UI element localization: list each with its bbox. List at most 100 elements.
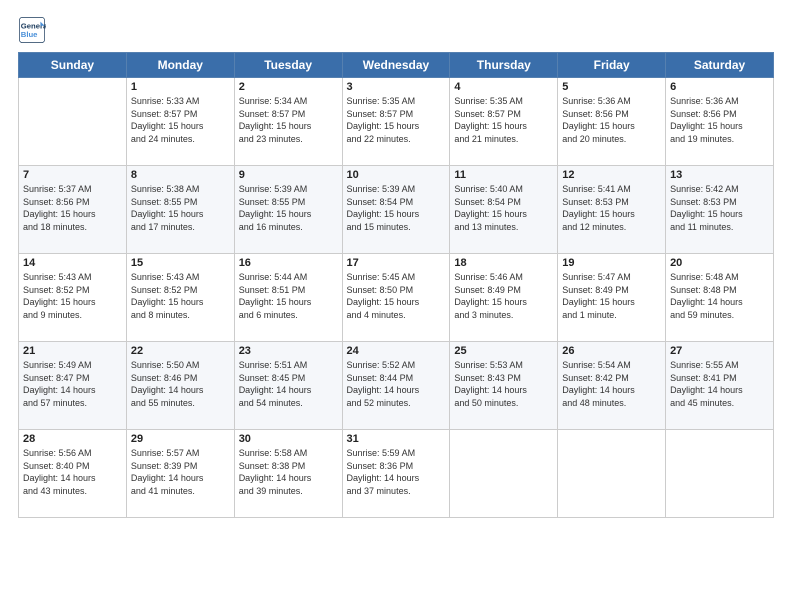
day-number: 21 (23, 345, 122, 357)
day-info: Sunrise: 5:39 AM Sunset: 8:55 PM Dayligh… (239, 183, 338, 233)
day-number: 19 (562, 257, 661, 269)
day-number: 10 (347, 169, 446, 181)
day-info: Sunrise: 5:34 AM Sunset: 8:57 PM Dayligh… (239, 95, 338, 145)
day-info: Sunrise: 5:55 AM Sunset: 8:41 PM Dayligh… (670, 359, 769, 409)
calendar-cell: 26 Sunrise: 5:54 AM Sunset: 8:42 PM Dayli… (558, 342, 666, 430)
day-info: Sunrise: 5:51 AM Sunset: 8:45 PM Dayligh… (239, 359, 338, 409)
calendar-cell: 13 Sunrise: 5:42 AM Sunset: 8:53 PM Dayli… (666, 166, 774, 254)
day-info: Sunrise: 5:54 AM Sunset: 8:42 PM Dayligh… (562, 359, 661, 409)
day-number: 6 (670, 81, 769, 93)
calendar-table: SundayMondayTuesdayWednesdayThursdayFrid… (18, 52, 774, 518)
day-number: 27 (670, 345, 769, 357)
day-number: 22 (131, 345, 230, 357)
day-info: Sunrise: 5:42 AM Sunset: 8:53 PM Dayligh… (670, 183, 769, 233)
day-info: Sunrise: 5:39 AM Sunset: 8:54 PM Dayligh… (347, 183, 446, 233)
day-number: 31 (347, 433, 446, 445)
calendar-week-row: 1 Sunrise: 5:33 AM Sunset: 8:57 PM Daylig… (19, 78, 774, 166)
calendar-cell: 14 Sunrise: 5:43 AM Sunset: 8:52 PM Dayli… (19, 254, 127, 342)
calendar-cell: 24 Sunrise: 5:52 AM Sunset: 8:44 PM Dayli… (342, 342, 450, 430)
weekday-header-wednesday: Wednesday (342, 53, 450, 78)
calendar-week-row: 28Sunrise: 5:56 AM Sunset: 8:40 PM Dayli… (19, 430, 774, 518)
day-info: Sunrise: 5:38 AM Sunset: 8:55 PM Dayligh… (131, 183, 230, 233)
logo-icon: General Blue (18, 16, 46, 44)
day-info: Sunrise: 5:50 AM Sunset: 8:46 PM Dayligh… (131, 359, 230, 409)
calendar-cell: 3Sunrise: 5:35 AM Sunset: 8:57 PM Daylig… (342, 78, 450, 166)
day-number: 20 (670, 257, 769, 269)
day-info: Sunrise: 5:49 AM Sunset: 8:47 PM Dayligh… (23, 359, 122, 409)
day-info: Sunrise: 5:58 AM Sunset: 8:38 PM Dayligh… (239, 447, 338, 497)
day-number: 25 (454, 345, 553, 357)
day-number: 11 (454, 169, 553, 181)
day-number: 14 (23, 257, 122, 269)
calendar-cell: 1 Sunrise: 5:33 AM Sunset: 8:57 PM Daylig… (126, 78, 234, 166)
calendar-cell: 16Sunrise: 5:44 AM Sunset: 8:51 PM Dayli… (234, 254, 342, 342)
day-number: 9 (239, 169, 338, 181)
day-info: Sunrise: 5:53 AM Sunset: 8:43 PM Dayligh… (454, 359, 553, 409)
calendar-week-row: 7 Sunrise: 5:37 AM Sunset: 8:56 PM Daylig… (19, 166, 774, 254)
day-number: 30 (239, 433, 338, 445)
day-info: Sunrise: 5:41 AM Sunset: 8:53 PM Dayligh… (562, 183, 661, 233)
calendar-cell: 28Sunrise: 5:56 AM Sunset: 8:40 PM Dayli… (19, 430, 127, 518)
calendar-cell: 5 Sunrise: 5:36 AM Sunset: 8:56 PM Daylig… (558, 78, 666, 166)
calendar-cell: 8Sunrise: 5:38 AM Sunset: 8:55 PM Daylig… (126, 166, 234, 254)
calendar-cell: 29 Sunrise: 5:57 AM Sunset: 8:39 PM Dayli… (126, 430, 234, 518)
day-info: Sunrise: 5:36 AM Sunset: 8:56 PM Dayligh… (670, 95, 769, 145)
day-number: 5 (562, 81, 661, 93)
day-info: Sunrise: 5:33 AM Sunset: 8:57 PM Dayligh… (131, 95, 230, 145)
day-number: 4 (454, 81, 553, 93)
day-info: Sunrise: 5:47 AM Sunset: 8:49 PM Dayligh… (562, 271, 661, 321)
calendar-cell: 18 Sunrise: 5:46 AM Sunset: 8:49 PM Dayli… (450, 254, 558, 342)
day-info: Sunrise: 5:57 AM Sunset: 8:39 PM Dayligh… (131, 447, 230, 497)
calendar-page: General Blue SundayMondayTuesdayWednesda… (0, 0, 792, 612)
calendar-cell: 23Sunrise: 5:51 AM Sunset: 8:45 PM Dayli… (234, 342, 342, 430)
calendar-cell: 10 Sunrise: 5:39 AM Sunset: 8:54 PM Dayli… (342, 166, 450, 254)
weekday-header-saturday: Saturday (666, 53, 774, 78)
day-info: Sunrise: 5:36 AM Sunset: 8:56 PM Dayligh… (562, 95, 661, 145)
day-number: 7 (23, 169, 122, 181)
day-info: Sunrise: 5:43 AM Sunset: 8:52 PM Dayligh… (23, 271, 122, 321)
day-number: 24 (347, 345, 446, 357)
calendar-cell: 20 Sunrise: 5:48 AM Sunset: 8:48 PM Dayli… (666, 254, 774, 342)
calendar-cell (450, 430, 558, 518)
day-number: 12 (562, 169, 661, 181)
calendar-cell: 21 Sunrise: 5:49 AM Sunset: 8:47 PM Dayli… (19, 342, 127, 430)
day-info: Sunrise: 5:40 AM Sunset: 8:54 PM Dayligh… (454, 183, 553, 233)
calendar-cell: 2 Sunrise: 5:34 AM Sunset: 8:57 PM Daylig… (234, 78, 342, 166)
calendar-cell: 9 Sunrise: 5:39 AM Sunset: 8:55 PM Daylig… (234, 166, 342, 254)
calendar-cell: 19 Sunrise: 5:47 AM Sunset: 8:49 PM Dayli… (558, 254, 666, 342)
day-info: Sunrise: 5:35 AM Sunset: 8:57 PM Dayligh… (347, 95, 446, 145)
calendar-cell (666, 430, 774, 518)
weekday-header-row: SundayMondayTuesdayWednesdayThursdayFrid… (19, 53, 774, 78)
day-number: 13 (670, 169, 769, 181)
calendar-cell: 11 Sunrise: 5:40 AM Sunset: 8:54 PM Dayli… (450, 166, 558, 254)
svg-text:Blue: Blue (21, 30, 38, 39)
weekday-header-tuesday: Tuesday (234, 53, 342, 78)
day-number: 15 (131, 257, 230, 269)
day-info: Sunrise: 5:52 AM Sunset: 8:44 PM Dayligh… (347, 359, 446, 409)
day-info: Sunrise: 5:37 AM Sunset: 8:56 PM Dayligh… (23, 183, 122, 233)
logo: General Blue (18, 16, 48, 44)
calendar-cell: 22 Sunrise: 5:50 AM Sunset: 8:46 PM Dayli… (126, 342, 234, 430)
calendar-cell: 30 Sunrise: 5:58 AM Sunset: 8:38 PM Dayli… (234, 430, 342, 518)
day-info: Sunrise: 5:46 AM Sunset: 8:49 PM Dayligh… (454, 271, 553, 321)
day-info: Sunrise: 5:56 AM Sunset: 8:40 PM Dayligh… (23, 447, 122, 497)
calendar-cell: 17Sunrise: 5:45 AM Sunset: 8:50 PM Dayli… (342, 254, 450, 342)
calendar-cell (19, 78, 127, 166)
calendar-cell: 12 Sunrise: 5:41 AM Sunset: 8:53 PM Dayli… (558, 166, 666, 254)
calendar-cell: 27 Sunrise: 5:55 AM Sunset: 8:41 PM Dayli… (666, 342, 774, 430)
day-number: 17 (347, 257, 446, 269)
weekday-header-friday: Friday (558, 53, 666, 78)
calendar-week-row: 21 Sunrise: 5:49 AM Sunset: 8:47 PM Dayli… (19, 342, 774, 430)
day-info: Sunrise: 5:48 AM Sunset: 8:48 PM Dayligh… (670, 271, 769, 321)
calendar-cell: 31Sunrise: 5:59 AM Sunset: 8:36 PM Dayli… (342, 430, 450, 518)
day-info: Sunrise: 5:43 AM Sunset: 8:52 PM Dayligh… (131, 271, 230, 321)
day-info: Sunrise: 5:35 AM Sunset: 8:57 PM Dayligh… (454, 95, 553, 145)
day-number: 1 (131, 81, 230, 93)
day-number: 18 (454, 257, 553, 269)
header: General Blue (18, 16, 774, 44)
calendar-cell: 6 Sunrise: 5:36 AM Sunset: 8:56 PM Daylig… (666, 78, 774, 166)
day-number: 29 (131, 433, 230, 445)
calendar-week-row: 14 Sunrise: 5:43 AM Sunset: 8:52 PM Dayli… (19, 254, 774, 342)
day-number: 26 (562, 345, 661, 357)
day-number: 2 (239, 81, 338, 93)
